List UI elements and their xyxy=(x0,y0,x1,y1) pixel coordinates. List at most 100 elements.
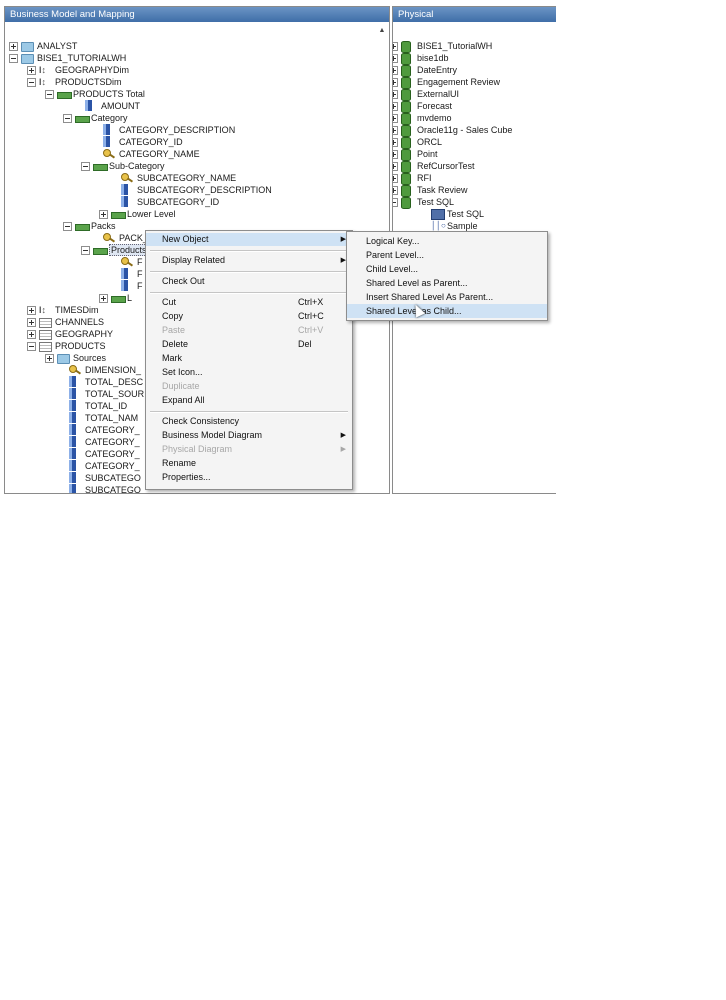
expand-plus-icon[interactable] xyxy=(27,330,36,339)
tree-row[interactable]: F xyxy=(109,268,143,280)
tree-row[interactable]: CATEGORY_ xyxy=(57,448,140,460)
expand-plus-icon[interactable] xyxy=(393,102,398,111)
expand-plus-icon[interactable] xyxy=(393,174,398,183)
tree-row[interactable]: Engagement Review xyxy=(393,76,500,89)
submenu-item[interactable]: Logical Key... xyxy=(347,234,547,248)
expand-plus-icon[interactable] xyxy=(393,54,398,63)
context-menu-item[interactable]: Display Related ▶ xyxy=(146,254,352,267)
expand-plus-icon[interactable] xyxy=(393,42,398,51)
collapse-minus-icon[interactable] xyxy=(63,222,72,231)
tree-row[interactable]: CATEGORY_ xyxy=(57,436,140,448)
expand-plus-icon[interactable] xyxy=(393,126,398,135)
context-menu-item[interactable]: Cut Ctrl+X xyxy=(146,296,352,309)
tree-row[interactable]: DIMENSION_ xyxy=(57,364,141,376)
context-menu-item[interactable]: Expand All xyxy=(146,394,352,407)
tree-row[interactable]: PRODUCTS Total xyxy=(45,88,145,100)
tree-row[interactable]: CATEGORY_ xyxy=(57,460,140,472)
tree-row[interactable]: SUBCATEGORY_DESCRIPTION xyxy=(109,184,272,196)
expand-plus-icon[interactable] xyxy=(393,114,398,123)
tree-row[interactable]: F xyxy=(109,280,143,292)
collapse-minus-icon[interactable] xyxy=(27,342,36,351)
tree-row[interactable]: ExternalUI xyxy=(393,88,459,101)
tree-row[interactable]: Forecast xyxy=(393,100,452,113)
tree-row[interactable]: AMOUNT xyxy=(73,100,140,112)
submenu-item[interactable]: Insert Shared Level As Parent... xyxy=(347,290,547,304)
tree-row[interactable]: SUBCATEGORY_ID xyxy=(109,196,219,208)
collapse-minus-icon[interactable] xyxy=(45,90,54,99)
tree-row[interactable]: I↕ TIMESDim xyxy=(27,304,99,316)
tree-row[interactable]: bise1db xyxy=(393,52,449,65)
expand-plus-icon[interactable] xyxy=(9,42,18,51)
tree-row[interactable]: ANALYST xyxy=(9,40,77,52)
tree-row[interactable]: Category xyxy=(63,112,128,124)
context-menu-item[interactable]: Set Icon... xyxy=(146,366,352,379)
tree-row[interactable]: Test SQL xyxy=(393,196,454,209)
expand-plus-icon[interactable] xyxy=(393,66,398,75)
tree-row[interactable]: Sources xyxy=(45,352,106,364)
tree-row[interactable]: RFI xyxy=(393,172,432,185)
context-menu-item[interactable]: Check Out xyxy=(146,275,352,288)
tree-row[interactable]: CATEGORY_ xyxy=(57,424,140,436)
expand-plus-icon[interactable] xyxy=(393,186,398,195)
context-menu-item[interactable]: Paste Ctrl+V xyxy=(146,324,352,337)
tree-row[interactable]: TOTAL_ID xyxy=(57,400,127,412)
context-menu-item[interactable]: Check Consistency xyxy=(146,415,352,428)
tree-row[interactable]: TOTAL_SOUR xyxy=(57,388,144,400)
tree-row[interactable]: DateEntry xyxy=(393,64,457,77)
submenu-item[interactable]: Child Level... xyxy=(347,262,547,276)
tree-row[interactable]: BISE1_TutorialWH xyxy=(393,40,492,53)
context-menu-item[interactable]: Physical Diagram ▶ xyxy=(146,443,352,456)
tree-row[interactable]: Lower Level xyxy=(99,208,176,220)
tree-row[interactable]: Packs xyxy=(63,220,116,232)
tree-row[interactable]: SUBCATEGO xyxy=(57,472,141,484)
tree-row[interactable]: BISE1_TUTORIALWH xyxy=(9,52,126,64)
collapse-minus-icon[interactable] xyxy=(27,78,36,87)
expand-plus-icon[interactable] xyxy=(393,138,398,147)
tree-row[interactable]: CHANNELS xyxy=(27,316,104,328)
collapse-minus-icon[interactable] xyxy=(9,54,18,63)
context-menu-item[interactable]: Mark xyxy=(146,352,352,365)
tree-row[interactable]: TOTAL_DESC xyxy=(57,376,143,388)
context-menu-item[interactable]: Delete Del xyxy=(146,338,352,351)
tree-row[interactable]: Products xyxy=(81,244,149,256)
collapse-minus-icon[interactable] xyxy=(81,246,90,255)
tree-row[interactable]: Sub-Category xyxy=(81,160,165,172)
tree-row[interactable]: I↕ GEOGRAPHYDim xyxy=(27,64,129,76)
tree-row[interactable]: Point xyxy=(393,148,438,161)
context-menu-item[interactable]: Duplicate xyxy=(146,380,352,393)
expand-plus-icon[interactable] xyxy=(393,78,398,87)
context-menu-item[interactable]: Business Model Diagram ▶ xyxy=(146,429,352,442)
tree-row[interactable]: F xyxy=(109,256,143,268)
expand-plus-icon[interactable] xyxy=(27,318,36,327)
tree-row[interactable]: TOTAL_NAM xyxy=(57,412,138,424)
tree-row[interactable]: Task Review xyxy=(393,184,468,197)
tree-row[interactable]: RefCursorTest xyxy=(393,160,475,173)
context-menu-item[interactable]: Properties... xyxy=(146,471,352,484)
submenu-item[interactable]: Parent Level... xyxy=(347,248,547,262)
collapse-minus-icon[interactable] xyxy=(63,114,72,123)
context-menu-item[interactable]: Rename xyxy=(146,457,352,470)
tree-row[interactable]: Oracle11g - Sales Cube xyxy=(393,124,512,137)
tree-row[interactable]: SUBCATEGORY_NAME xyxy=(109,172,236,184)
expand-plus-icon[interactable] xyxy=(27,66,36,75)
tree-row[interactable]: CATEGORY_NAME xyxy=(91,148,200,160)
scroll-up-arrow-icon[interactable]: ▲ xyxy=(377,25,387,36)
tree-row[interactable]: GEOGRAPHY xyxy=(27,328,113,340)
tree-row[interactable]: CATEGORY_DESCRIPTION xyxy=(91,124,235,136)
collapse-minus-icon[interactable] xyxy=(81,162,90,171)
expand-plus-icon[interactable] xyxy=(45,354,54,363)
tree-row[interactable]: mvdemo xyxy=(393,112,452,125)
expand-plus-icon[interactable] xyxy=(99,210,108,219)
tree-row[interactable]: Test SQL xyxy=(419,208,484,220)
context-menu-item[interactable]: New Object ▶ xyxy=(146,233,352,246)
collapse-minus-icon[interactable] xyxy=(393,198,398,207)
tree-row[interactable]: ORCL xyxy=(393,136,442,149)
tree-row[interactable]: PRODUCTS xyxy=(27,340,106,352)
tree-row[interactable]: I↕ PRODUCTSDim xyxy=(27,76,122,88)
context-menu-item[interactable]: Copy Ctrl+C xyxy=(146,310,352,323)
submenu-item[interactable]: Shared Level as Parent... xyxy=(347,276,547,290)
tree-row[interactable]: SUBCATEGO xyxy=(57,484,141,493)
expand-plus-icon[interactable] xyxy=(393,90,398,99)
submenu-item[interactable]: Shared Level as Child... xyxy=(347,304,547,318)
expand-plus-icon[interactable] xyxy=(393,150,398,159)
